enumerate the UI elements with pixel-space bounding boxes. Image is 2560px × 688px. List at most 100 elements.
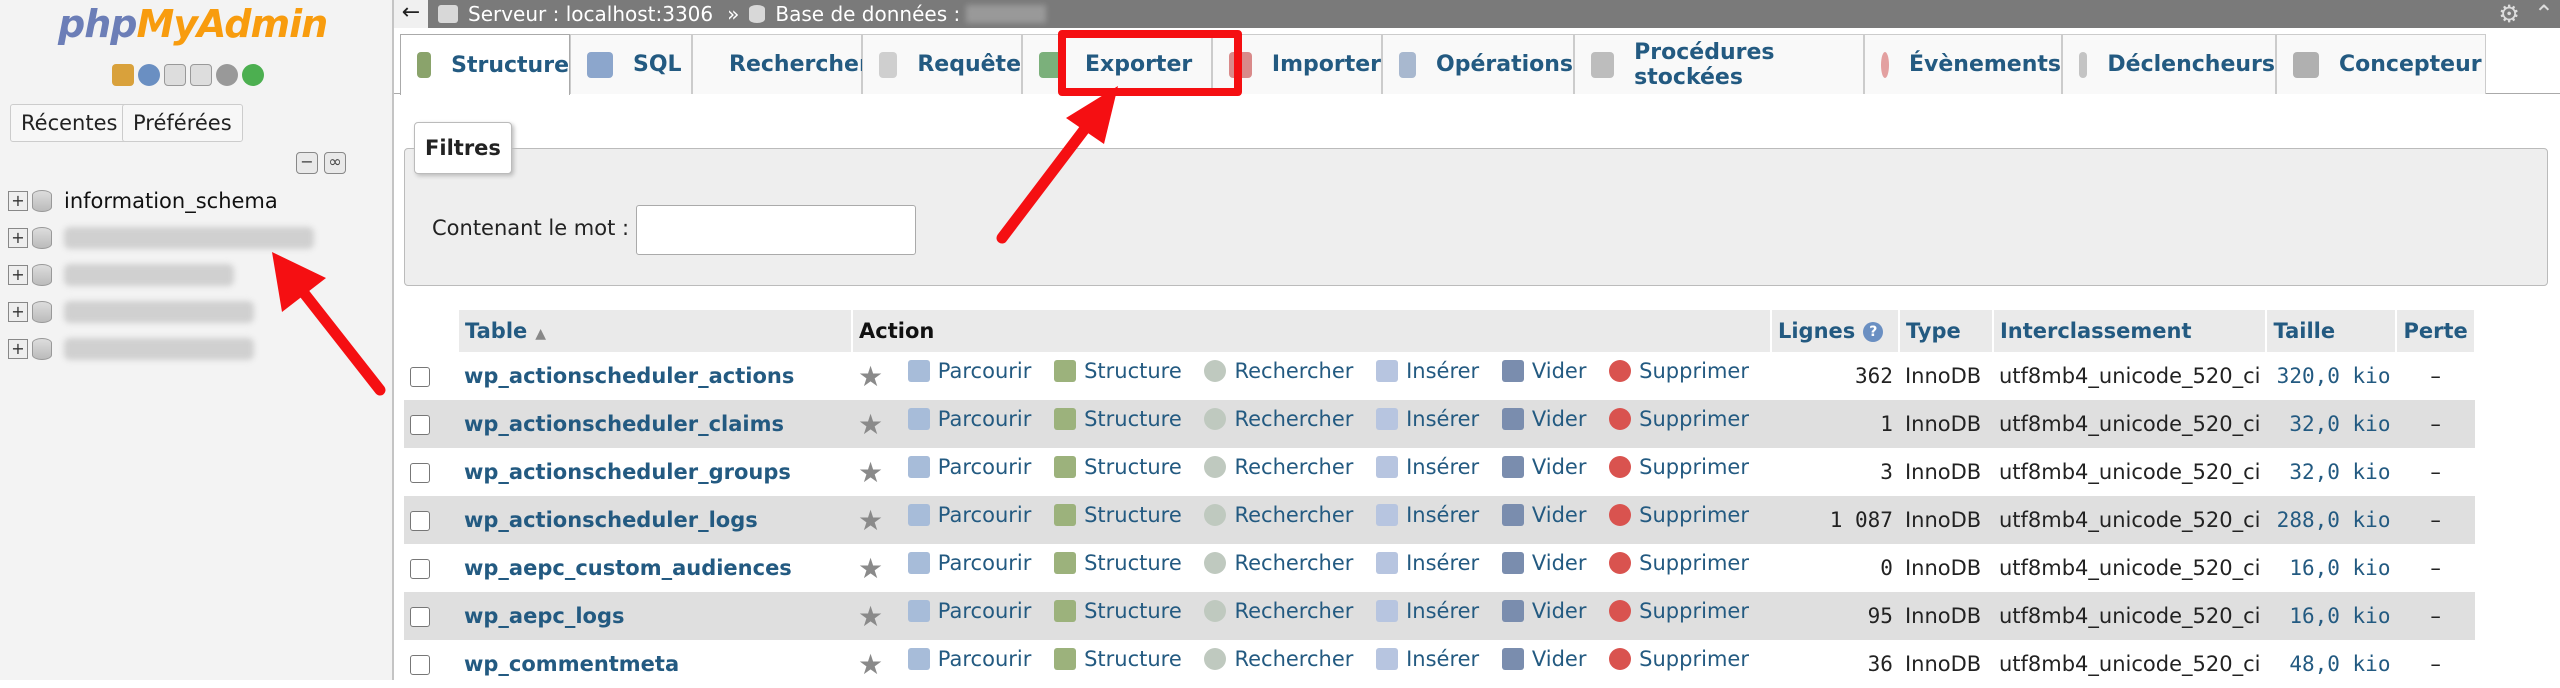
header-collation[interactable]: Interclassement <box>1992 310 2268 352</box>
action-label[interactable]: Insérer <box>1406 407 1479 431</box>
insert-action[interactable]: Insérer <box>1376 551 1479 575</box>
tab-events[interactable]: Évènements <box>1864 34 2062 94</box>
action-label[interactable]: Structure <box>1084 551 1182 575</box>
structure-action[interactable]: Structure <box>1054 503 1182 527</box>
header-rows[interactable]: Lignes? <box>1770 310 1900 352</box>
action-label[interactable]: Insérer <box>1406 503 1479 527</box>
action-label[interactable]: Parcourir <box>938 503 1032 527</box>
structure-action[interactable]: Structure <box>1054 455 1182 479</box>
action-label[interactable]: Rechercher <box>1234 359 1353 383</box>
row-size[interactable]: 320,0 kio <box>2266 352 2397 400</box>
drop-action[interactable]: Supprimer <box>1609 551 1749 575</box>
action-label[interactable]: Structure <box>1084 455 1182 479</box>
search-action[interactable]: Rechercher <box>1204 359 1353 383</box>
action-label[interactable]: Rechercher <box>1234 503 1353 527</box>
row-checkbox[interactable] <box>410 511 430 531</box>
tab-operations[interactable]: Opérations <box>1382 34 1574 94</box>
action-label[interactable]: Insérer <box>1406 599 1479 623</box>
drop-action[interactable]: Supprimer <box>1609 359 1749 383</box>
row-size[interactable]: 32,0 kio <box>2266 400 2397 448</box>
copy-icon[interactable] <box>190 64 212 86</box>
favorite-star-icon[interactable]: ★ <box>858 456 883 489</box>
row-checkbox[interactable] <box>410 607 430 627</box>
action-label[interactable]: Vider <box>1532 407 1587 431</box>
row-checkbox[interactable] <box>410 367 430 387</box>
filter-input[interactable] <box>636 205 916 255</box>
action-label[interactable]: Vider <box>1532 359 1587 383</box>
insert-action[interactable]: Insérer <box>1376 455 1479 479</box>
table-name-link[interactable]: wp_aepc_custom_audiences <box>464 556 792 580</box>
table-name-link[interactable]: wp_aepc_logs <box>464 604 624 628</box>
insert-action[interactable]: Insérer <box>1376 599 1479 623</box>
favorite-star-icon[interactable]: ★ <box>858 600 883 633</box>
favorite-star-icon[interactable]: ★ <box>858 360 883 393</box>
action-label[interactable]: Supprimer <box>1639 407 1749 431</box>
drop-action[interactable]: Supprimer <box>1609 407 1749 431</box>
action-label[interactable]: Structure <box>1084 599 1182 623</box>
table-name-link[interactable]: wp_actionscheduler_actions <box>464 364 794 388</box>
browse-action[interactable]: Parcourir <box>907 551 1031 575</box>
row-checkbox[interactable] <box>410 415 430 435</box>
action-label[interactable]: Supprimer <box>1639 359 1749 383</box>
empty-action[interactable]: Vider <box>1501 647 1587 671</box>
structure-action[interactable]: Structure <box>1054 647 1182 671</box>
action-label[interactable]: Supprimer <box>1639 455 1749 479</box>
action-label[interactable]: Vider <box>1532 551 1587 575</box>
browse-action[interactable]: Parcourir <box>907 455 1032 479</box>
table-name-link[interactable]: wp_actionscheduler_claims <box>464 412 784 436</box>
action-label[interactable]: Insérer <box>1406 455 1479 479</box>
gear-icon[interactable]: ⚙ <box>2498 0 2520 28</box>
action-label[interactable]: Rechercher <box>1234 647 1353 671</box>
browse-action[interactable]: Parcourir <box>907 359 1031 383</box>
home-icon[interactable] <box>112 64 134 86</box>
row-checkbox[interactable] <box>410 559 430 579</box>
action-label[interactable]: Parcourir <box>938 455 1032 479</box>
empty-action[interactable]: Vider <box>1501 503 1587 527</box>
tree-item-blurred[interactable]: + <box>8 295 254 329</box>
help-icon[interactable]: ? <box>1863 322 1884 342</box>
tree-item-blurred[interactable]: + <box>8 332 254 366</box>
collapse-all-icon[interactable]: − <box>296 152 318 174</box>
search-action[interactable]: Rechercher <box>1204 455 1353 479</box>
favorite-star-icon[interactable]: ★ <box>858 504 883 537</box>
tab-structure[interactable]: Structure <box>400 34 570 95</box>
expand-icon[interactable]: + <box>8 265 28 285</box>
insert-action[interactable]: Insérer <box>1376 359 1479 383</box>
table-name-link[interactable]: wp_actionscheduler_logs <box>464 508 758 532</box>
action-label[interactable]: Insérer <box>1406 551 1479 575</box>
tab-search[interactable]: Rechercher <box>692 34 870 94</box>
drop-action[interactable]: Supprimer <box>1609 503 1749 527</box>
drop-action[interactable]: Supprimer <box>1609 599 1749 623</box>
sort-ascending-icon[interactable]: ▲ <box>535 326 546 342</box>
drop-action[interactable]: Supprimer <box>1609 647 1749 671</box>
help-icon[interactable] <box>138 64 160 86</box>
recent-tables-button[interactable]: Récentes <box>10 104 129 142</box>
action-label[interactable]: Vider <box>1532 647 1587 671</box>
row-size[interactable]: 16,0 kio <box>2266 592 2397 640</box>
structure-action[interactable]: Structure <box>1054 407 1182 431</box>
breadcrumb-server-label[interactable]: Serveur : localhost:3306 <box>468 2 713 26</box>
tab-triggers[interactable]: Déclencheurs <box>2062 34 2276 94</box>
empty-action[interactable]: Vider <box>1501 359 1587 383</box>
header-table-label[interactable]: Table <box>465 319 527 343</box>
drop-action[interactable]: Supprimer <box>1609 455 1749 479</box>
back-arrow-icon[interactable]: ← <box>394 0 428 28</box>
insert-action[interactable]: Insérer <box>1376 407 1479 431</box>
expand-icon[interactable]: + <box>8 302 28 322</box>
empty-action[interactable]: Vider <box>1501 407 1587 431</box>
settings-icon[interactable] <box>216 64 238 86</box>
link-icon[interactable]: ∞ <box>324 152 346 174</box>
browse-action[interactable]: Parcourir <box>907 599 1031 623</box>
action-label[interactable]: Parcourir <box>938 647 1032 671</box>
structure-action[interactable]: Structure <box>1054 359 1182 383</box>
empty-action[interactable]: Vider <box>1501 551 1587 575</box>
row-size[interactable]: 16,0 kio <box>2266 544 2397 592</box>
search-action[interactable]: Rechercher <box>1204 647 1353 671</box>
tab-stored-procedures[interactable]: Procédures stockées <box>1574 34 1864 94</box>
action-label[interactable]: Vider <box>1532 503 1587 527</box>
action-label[interactable]: Supprimer <box>1639 599 1749 623</box>
docs-icon[interactable] <box>164 64 186 86</box>
search-action[interactable]: Rechercher <box>1204 407 1353 431</box>
expand-icon[interactable]: + <box>8 191 28 211</box>
browse-action[interactable]: Parcourir <box>907 407 1031 431</box>
